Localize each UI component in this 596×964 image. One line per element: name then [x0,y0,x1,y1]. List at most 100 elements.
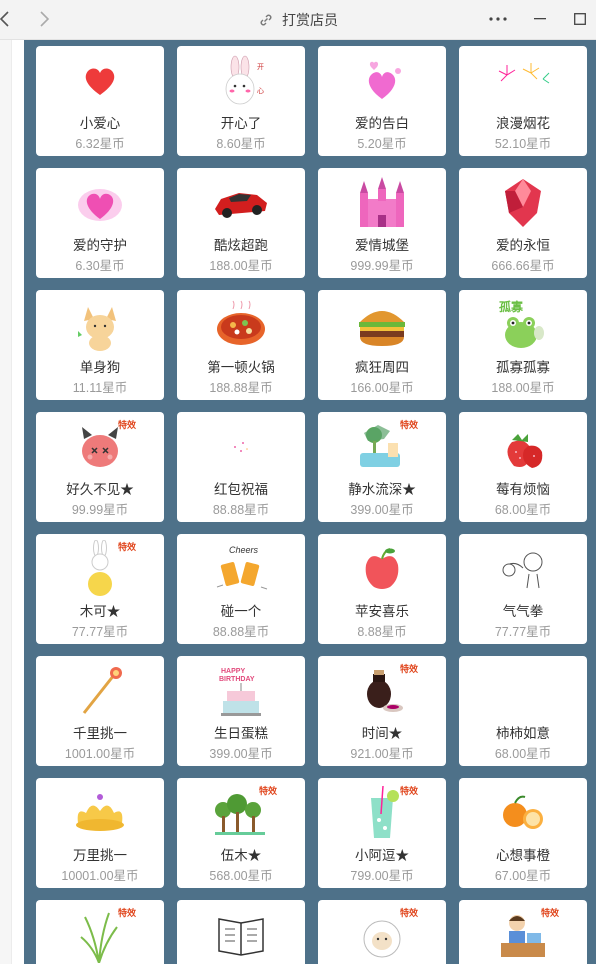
effect-badge: 特效 [399,908,418,918]
gift-card[interactable]: 小爱心 6.32星币 [36,46,164,156]
gift-card[interactable]: 爱情城堡 999.99星币 [318,168,446,278]
punch-icon [459,538,587,600]
gift-card[interactable]: 开心开心了 8.60星币 [177,46,305,156]
gift-card[interactable]: 气气拳 77.77星币 [459,534,587,644]
gift-name: 开心了 [220,116,262,131]
gift-card[interactable]: 柿柿如意 68.00星币 [459,656,587,766]
gift-card[interactable]: 千里挑一 1001.00星币 [36,656,164,766]
gift-name: 伍木★ [220,848,262,863]
gift-card[interactable]: 第一顿火锅 188.88星币 [177,290,305,400]
gift-name: 木可★ [79,604,121,619]
dog-icon [36,294,164,356]
gift-card[interactable]: 单身狗 11.11星币 [36,290,164,400]
more-icon [489,17,507,21]
apple-icon [318,538,446,600]
gift-price: 799.00星币 [350,869,414,883]
gift-name: 万里挑一 [73,848,127,863]
gift-name: 酷炫超跑 [214,238,268,253]
gift-name: 爱的告白 [355,116,409,131]
gift-card[interactable]: 特效 [318,900,446,964]
gift-card[interactable]: 红包祝福 88.88星币 [177,412,305,522]
gift-card[interactable]: 特效 静水流深★ 399.00星币 [318,412,446,522]
effect-badge: 特效 [117,542,136,552]
gift-price: 77.77星币 [494,625,552,639]
gift-card[interactable]: 酷炫超跑 188.00星币 [177,168,305,278]
gift-price: 399.00星币 [350,503,414,517]
minimize-icon [534,18,546,20]
gift-card[interactable]: 特效木可★ 77.77星币 [36,534,164,644]
side-strip [0,40,12,964]
gift-price: 999.99星币 [350,259,414,273]
sheep-icon [318,904,446,964]
bunny-icon: 开心 [177,50,305,112]
maximize-icon [574,13,586,25]
gift-card[interactable]: 浪漫烟花 52.10星币 [459,46,587,156]
more-button[interactable] [484,6,512,32]
gift-name: 生日蛋糕 [214,726,268,741]
svg-text:孤寡: 孤寡 [499,299,524,314]
gift-card[interactable]: 万里挑一 10001.00星币 [36,778,164,888]
gift-name: 静水流深★ [348,482,416,497]
gift-price: 10001.00星币 [61,869,139,883]
gift-card[interactable]: 特效 [36,900,164,964]
gift-price: 68.00星币 [494,503,552,517]
gift-card[interactable]: 莓有烦恼 68.00星币 [459,412,587,522]
maximize-button[interactable] [566,6,594,32]
gift-card[interactable]: HAPPY BIRTHDAY 生日蛋糕 399.00星币 [177,656,305,766]
gift-card[interactable]: Cheers 碰一个 88.88星币 [177,534,305,644]
cheers-icon: Cheers [177,538,305,600]
link-icon [260,14,272,26]
back-button[interactable] [0,7,18,31]
sparkle-icon [177,416,305,478]
gift-card[interactable]: 特效 伍木★ 568.00星币 [177,778,305,888]
gift-price: 666.66星币 [491,259,555,273]
gift-card[interactable]: 特效 时间★ 921.00星币 [318,656,446,766]
gift-card[interactable]: 爱的永恒 666.66星币 [459,168,587,278]
svg-text:Cheers: Cheers [229,545,259,555]
gift-panel: 小爱心 6.32星币 开心开心了 8.60星币 爱的告白 5.20星币 浪漫烟花 52.10星… [24,40,596,964]
gift-card[interactable] [177,900,305,964]
gift-name: 碰一个 [220,604,262,619]
blank-icon [459,660,587,722]
effect-badge: 特效 [399,664,418,674]
gift-card[interactable]: 爱的守护 6.30星币 [36,168,164,278]
grass-icon [36,904,164,964]
title-bar: 打赏店员 [0,0,596,40]
effect-badge: 特效 [258,786,277,796]
desk-worker-icon [459,904,587,964]
gift-card[interactable]: 疯狂周四 166.00星币 [318,290,446,400]
gift-price: 188.00星币 [209,259,273,273]
minimize-button[interactable] [526,6,554,32]
gift-card[interactable]: 孤寡 孤寡孤寡 188.00星币 [459,290,587,400]
gift-price: 1001.00星币 [64,747,136,761]
gift-card[interactable]: 特效 好久不见★ 99.99星币 [36,412,164,522]
gift-price: 77.77星币 [71,625,129,639]
svg-text:HAPPY: HAPPY [221,668,245,675]
gift-name: 爱情城堡 [355,238,409,253]
gift-name: 心想事橙 [496,848,550,863]
gift-card[interactable]: 心想事橙 67.00星币 [459,778,587,888]
gift-name: 千里挑一 [73,726,127,741]
forward-button[interactable] [32,7,56,31]
svg-text:开: 开 [257,63,264,71]
svg-text:BIRTHDAY: BIRTHDAY [219,676,255,683]
gift-card[interactable]: 爱的告白 5.20星币 [318,46,446,156]
gift-name: 小爱心 [79,116,121,131]
diamond-icon [459,172,587,234]
gift-name: 爱的永恒 [496,238,550,253]
gift-card[interactable]: 特效 [459,900,587,964]
gift-name: 小阿逗★ [355,848,409,863]
gift-name: 莓有烦恼 [496,482,550,497]
drink-icon [318,782,446,844]
gift-price: 5.20星币 [357,137,407,151]
gift-price: 8.88星币 [357,625,407,639]
gift-grid: 小爱心 6.32星币 开心开心了 8.60星币 爱的告白 5.20星币 浪漫烟花 52.10星… [36,46,587,964]
gift-price: 68.00星币 [494,747,552,761]
gift-price: 88.88星币 [212,625,270,639]
orange-icon [459,782,587,844]
gift-card[interactable]: 特效 小阿逗★ 799.00星币 [318,778,446,888]
book-icon [177,904,305,964]
winged-heart-icon [36,172,164,234]
gift-card[interactable]: 苹安喜乐 8.88星币 [318,534,446,644]
effect-badge: 特效 [540,908,559,918]
